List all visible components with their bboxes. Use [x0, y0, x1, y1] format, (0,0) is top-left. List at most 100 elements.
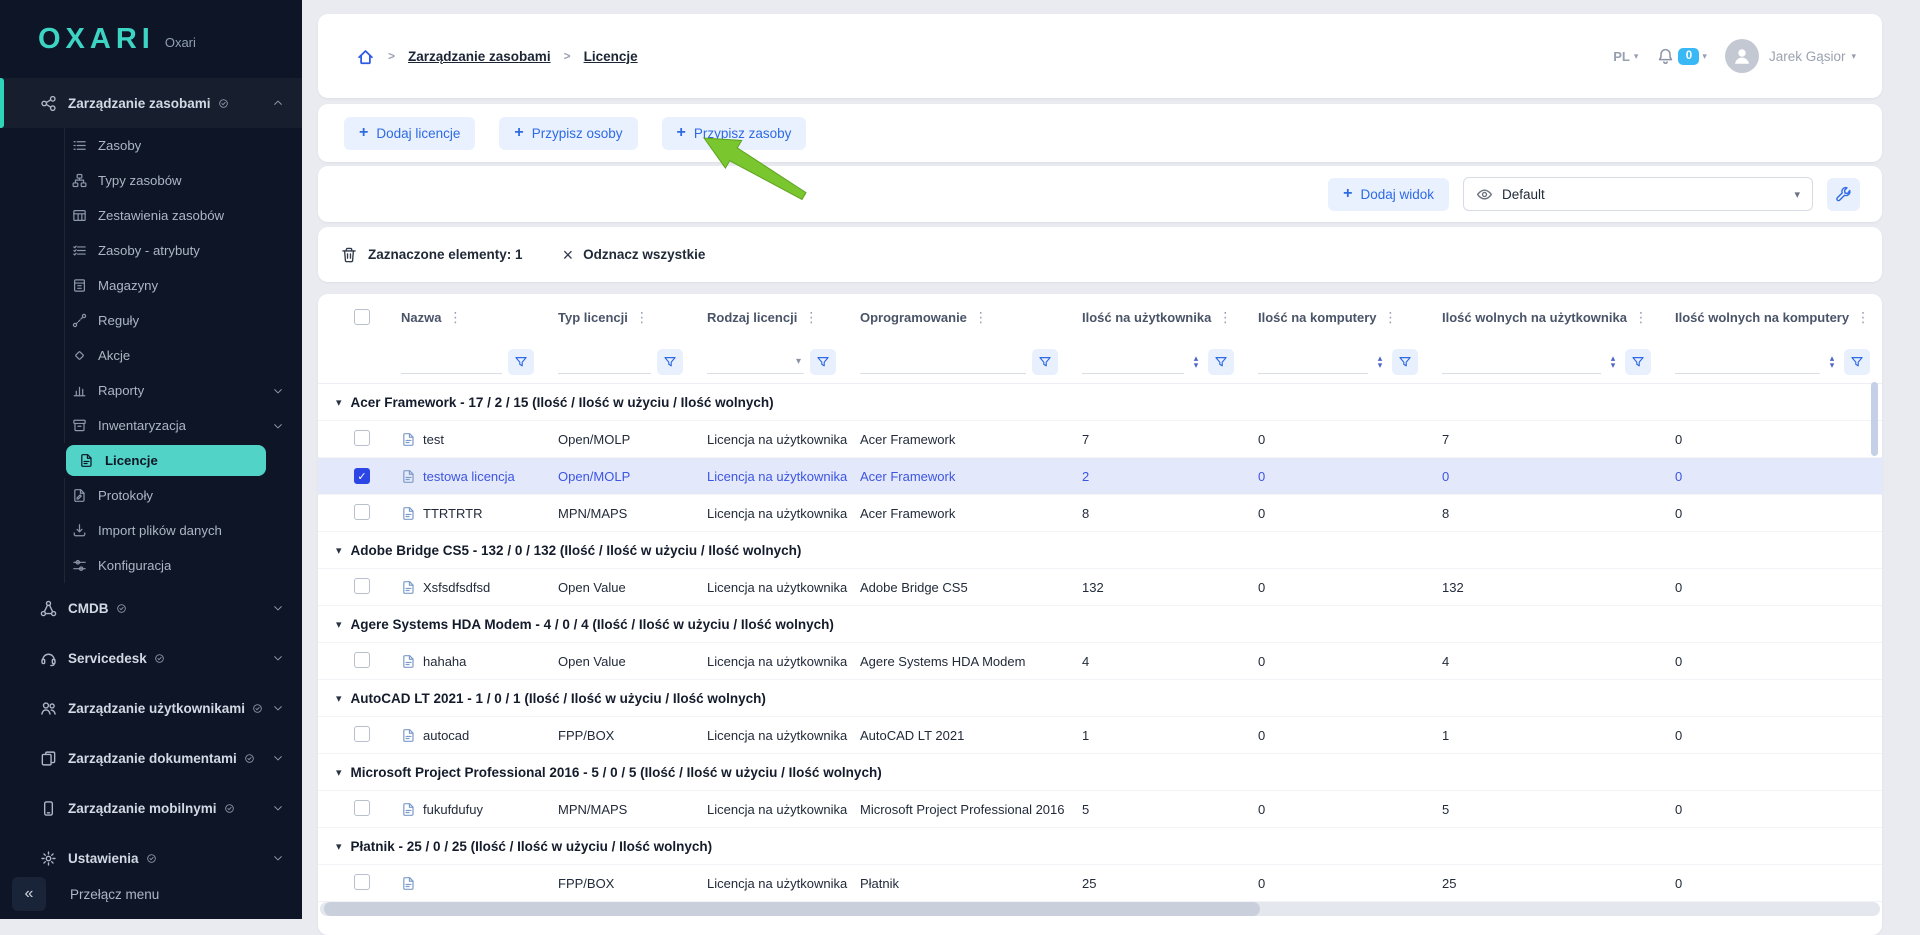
collapse-triangle-icon[interactable]: ▾ [336, 618, 342, 631]
name-cell[interactable]: fukufdufuy [389, 802, 546, 817]
sidebar-item-cmdb[interactable]: CMDB [0, 583, 302, 633]
group-header[interactable]: ▾Microsoft Project Professional 2016 - 5… [318, 754, 1882, 791]
sidebar-item-inwentaryzacja[interactable]: Inwentaryzacja [0, 408, 302, 443]
deselect-all-icon[interactable]: × [563, 246, 574, 264]
column-menu-icon[interactable]: ⋮ [633, 309, 651, 326]
license-name[interactable]: TTRTRTR [423, 506, 482, 521]
collapse-triangle-icon[interactable]: ▾ [336, 766, 342, 779]
sidebar-item-zarz-dzanie-u-ytkownikami[interactable]: Zarządzanie użytkownikami [0, 683, 302, 733]
language-selector[interactable]: PL ▾ [1613, 49, 1638, 64]
action-button-przypisz-osoby[interactable]: +Przypisz osoby [499, 117, 637, 150]
number-stepper[interactable]: ▴▾ [1374, 355, 1386, 369]
filter-input-6[interactable] [1442, 350, 1601, 374]
column-header-4[interactable]: Ilość na użytkownika⋮ [1070, 309, 1246, 326]
row-checkbox[interactable] [354, 504, 370, 520]
collapse-triangle-icon[interactable]: ▾ [336, 396, 342, 409]
home-icon[interactable] [356, 47, 375, 66]
number-stepper[interactable]: ▴▾ [1826, 355, 1838, 369]
row-checkbox[interactable]: ✓ [354, 468, 370, 484]
filter-funnel-button[interactable] [657, 349, 683, 375]
sidebar-item-konfiguracja[interactable]: Konfiguracja [0, 548, 302, 583]
sidebar-item-zestawienia-zasob-w[interactable]: Zestawienia zasobów [0, 198, 302, 233]
license-name[interactable]: fukufdufuy [423, 802, 483, 817]
table-row[interactable]: fukufdufuyMPN/MAPSLicencja na użytkownik… [318, 791, 1882, 828]
name-cell[interactable]: TTRTRTR [389, 506, 546, 521]
collapse-triangle-icon[interactable]: ▾ [336, 544, 342, 557]
avatar[interactable] [1725, 39, 1759, 73]
group-header[interactable]: ▾Płatnik - 25 / 0 / 25 (Ilość / Ilość w … [318, 828, 1882, 865]
dropdown-caret-icon[interactable]: ▾ [793, 356, 804, 367]
name-cell[interactable]: Xsfsdfsdfsd [389, 580, 546, 595]
filter-input-0[interactable] [401, 350, 502, 374]
collapse-triangle-icon[interactable]: ▾ [336, 840, 342, 853]
sidebar-item-magazyny[interactable]: Magazyny [0, 268, 302, 303]
filter-funnel-button[interactable] [810, 349, 836, 375]
column-menu-icon[interactable]: ⋮ [446, 309, 464, 326]
scrollbar-thumb[interactable] [324, 902, 1260, 916]
row-checkbox[interactable] [354, 578, 370, 594]
license-name[interactable]: hahaha [423, 654, 466, 669]
table-row[interactable]: TTRTRTRMPN/MAPSLicencja na użytkownikaAc… [318, 495, 1882, 532]
sidebar-item-zarz-dzanie-mobilnymi[interactable]: Zarządzanie mobilnymi [0, 783, 302, 833]
step-down-icon[interactable]: ▾ [1378, 362, 1383, 369]
row-checkbox[interactable] [354, 726, 370, 742]
sidebar-item-servicedesk[interactable]: Servicedesk [0, 633, 302, 683]
filter-input-7[interactable] [1675, 350, 1820, 374]
horizontal-scrollbar[interactable] [320, 902, 1880, 916]
row-checkbox[interactable] [354, 430, 370, 446]
sidebar-item-regu-y[interactable]: Reguły [0, 303, 302, 338]
sidebar-item-protoko-y[interactable]: Protokoły [0, 478, 302, 513]
row-checkbox[interactable] [354, 800, 370, 816]
sidebar-item-zasoby-atrybuty[interactable]: Zasoby - atrybuty [0, 233, 302, 268]
vertical-scrollbar[interactable] [1871, 382, 1878, 456]
filter-input-4[interactable] [1082, 350, 1184, 374]
table-row[interactable]: autocadFPP/BOXLicencja na użytkownikaAut… [318, 717, 1882, 754]
license-name[interactable]: test [423, 432, 444, 447]
sidebar-item-zarz-dzanie-zasobami[interactable]: Zarządzanie zasobami [0, 78, 302, 128]
breadcrumb-link-zarzadzanie-zasobami[interactable]: Zarządzanie zasobami [408, 49, 551, 64]
sidebar-item-akcje[interactable]: Akcje [0, 338, 302, 373]
column-menu-icon[interactable]: ⋮ [1216, 309, 1234, 326]
filter-funnel-button[interactable] [1844, 349, 1870, 375]
table-row[interactable]: FPP/BOXLicencja na użytkownikaPłatnik250… [318, 865, 1882, 902]
group-header[interactable]: ▾Adobe Bridge CS5 - 132 / 0 / 132 (Ilość… [318, 532, 1882, 569]
column-menu-icon[interactable]: ⋮ [802, 309, 820, 326]
collapse-sidebar-icon[interactable]: « [12, 877, 46, 911]
filter-funnel-button[interactable] [1032, 349, 1058, 375]
filter-input-5[interactable] [1258, 350, 1368, 374]
step-down-icon[interactable]: ▾ [1830, 362, 1835, 369]
column-menu-icon[interactable]: ⋮ [1632, 309, 1650, 326]
group-header[interactable]: ▾Acer Framework - 17 / 2 / 15 (Ilość / I… [318, 384, 1882, 421]
column-header-5[interactable]: Ilość na komputery⋮ [1246, 309, 1430, 326]
row-checkbox[interactable] [354, 652, 370, 668]
name-cell[interactable] [389, 876, 546, 891]
filter-funnel-button[interactable] [508, 349, 534, 375]
table-row[interactable]: testOpen/MOLPLicencja na użytkownikaAcer… [318, 421, 1882, 458]
column-menu-icon[interactable]: ⋮ [1381, 309, 1399, 326]
action-button-przypisz-zasoby[interactable]: +Przypisz zasoby [662, 117, 807, 150]
trash-icon[interactable] [340, 246, 358, 264]
filter-funnel-button[interactable] [1392, 349, 1418, 375]
collapse-triangle-icon[interactable]: ▾ [336, 692, 342, 705]
step-down-icon[interactable]: ▾ [1611, 362, 1616, 369]
filter-input-2[interactable] [707, 349, 793, 373]
column-header-6[interactable]: Ilość wolnych na użytkownika⋮ [1430, 309, 1663, 326]
deselect-all-label[interactable]: Odznacz wszystkie [583, 247, 705, 262]
sidebar-item-raporty[interactable]: Raporty [0, 373, 302, 408]
notifications-button[interactable]: 0 ▾ [1656, 47, 1707, 66]
filter-input-3[interactable] [860, 350, 1026, 374]
add-view-button[interactable]: + Dodaj widok [1328, 178, 1449, 211]
column-menu-icon[interactable]: ⋮ [972, 309, 990, 326]
name-cell[interactable]: testowa licencja [389, 469, 546, 484]
filter-input-1[interactable] [558, 350, 651, 374]
sidebar-item-typy-zasob-w[interactable]: Typy zasobów [0, 163, 302, 198]
table-row[interactable]: hahahaOpen ValueLicencja na użytkownikaA… [318, 643, 1882, 680]
number-stepper[interactable]: ▴▾ [1607, 355, 1619, 369]
group-header[interactable]: ▾AutoCAD LT 2021 - 1 / 0 / 1 (Ilość / Il… [318, 680, 1882, 717]
license-name[interactable]: Xsfsdfsdfsd [423, 580, 490, 595]
table-row[interactable]: XsfsdfsdfsdOpen ValueLicencja na użytkow… [318, 569, 1882, 606]
column-header-7[interactable]: Ilość wolnych na komputery⋮ [1663, 309, 1882, 326]
column-header-0[interactable]: Nazwa⋮ [389, 309, 546, 326]
column-header-3[interactable]: Oprogramowanie⋮ [848, 309, 1070, 326]
filter-funnel-button[interactable] [1208, 349, 1234, 375]
